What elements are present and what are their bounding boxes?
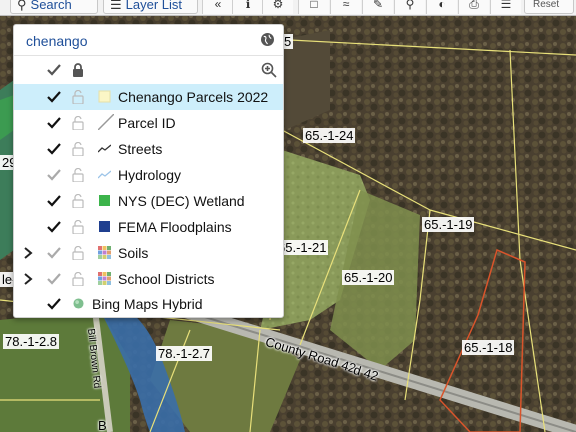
unlock-icon[interactable] — [72, 220, 84, 234]
light-blue-line-icon — [98, 170, 111, 179]
info-icon[interactable]: ℹ — [232, 0, 263, 14]
tool-icon[interactable]: ⚙ — [262, 0, 293, 14]
unlock-icon[interactable] — [72, 90, 84, 104]
print-icon[interactable]: ⎙ — [458, 0, 489, 14]
layer-row-parcel-id[interactable]: Parcel ID — [14, 110, 283, 136]
lock-icon[interactable] — [72, 63, 84, 77]
check-icon[interactable] — [47, 116, 61, 130]
layer-row-hydrology[interactable]: Hydrology — [14, 162, 283, 188]
check-all-icon[interactable] — [47, 63, 61, 77]
measure-icon[interactable]: ≈ — [330, 0, 361, 14]
layer-row-chenango-parcels-2022[interactable]: Chenango Parcels 2022 — [14, 84, 283, 110]
navy-square-icon — [99, 221, 110, 232]
parcel-label: 65.-1-20 — [342, 270, 395, 285]
check-icon[interactable] — [47, 168, 61, 182]
layer-label: NYS (DEC) Wetland — [118, 193, 245, 209]
toggle-all-row — [14, 57, 283, 83]
draw-icon[interactable]: ✎ — [362, 0, 393, 14]
globe-icon[interactable] — [261, 33, 274, 46]
layer-label: Hydrology — [118, 167, 182, 183]
layer-label: FEMA Floodplains — [118, 219, 232, 235]
divider — [14, 55, 283, 56]
basemap-globe-icon — [73, 298, 84, 309]
layer-row-soils[interactable]: Soils — [14, 240, 283, 266]
collapse-icon[interactable]: « — [202, 0, 233, 14]
zoom-icon[interactable]: ⚲ — [394, 0, 425, 14]
layer-row-fema-floodplains[interactable]: FEMA Floodplains — [14, 214, 283, 240]
layer-label: Bing Maps Hybrid — [92, 296, 203, 312]
green-square-icon — [99, 195, 110, 206]
menu-icon[interactable]: ☰ — [490, 0, 521, 14]
unlock-icon[interactable] — [72, 272, 84, 286]
layer-row-streets[interactable]: Streets — [14, 136, 283, 162]
check-icon[interactable] — [47, 142, 61, 156]
pale-yellow-square-icon — [98, 90, 111, 103]
layer-label: Chenango Parcels 2022 — [118, 89, 269, 105]
unlock-icon[interactable] — [72, 194, 84, 208]
layer-row-nys-dec-wetland[interactable]: NYS (DEC) Wetland — [14, 188, 283, 214]
check-icon[interactable] — [47, 194, 61, 208]
check-icon[interactable] — [47, 220, 61, 234]
check-icon[interactable] — [47, 272, 61, 286]
multicolor-grid-icon — [98, 272, 111, 285]
chevron-right-icon[interactable] — [23, 246, 33, 260]
list-icon: ☰ — [110, 0, 122, 12]
reset-button[interactable]: Reset — [524, 0, 574, 14]
search-icon: ⚲ — [17, 0, 27, 12]
basemap-icon[interactable]: ◐ — [426, 0, 457, 14]
layer-list-panel: chenango Chenango Parcels 2022 Parcel ID — [13, 24, 284, 318]
road-label: B — [98, 418, 107, 432]
gray-diagonal-line-icon — [98, 114, 114, 130]
parcel-label: 65.-1-18 — [462, 340, 515, 355]
layer-row-school-districts[interactable]: School Districts — [14, 266, 283, 292]
layer-label: School Districts — [118, 271, 215, 287]
search-button[interactable]: ⚲ Search — [10, 0, 98, 14]
parcel-label: 65.-1-24 — [303, 128, 356, 143]
unlock-icon[interactable] — [72, 116, 84, 130]
check-icon[interactable] — [47, 246, 61, 260]
toolbar: ⚲ Search ☰ Layer List « ℹ ⚙ □ ≈ ✎ ⚲ ◐ ⎙ ☰ … — [0, 0, 576, 16]
parcel-label: 65.-1-19 — [422, 217, 475, 232]
check-icon[interactable] — [47, 90, 61, 104]
layer-list-button[interactable]: ☰ Layer List — [103, 0, 198, 14]
parcel-label: 78.-1-2.8 — [3, 334, 60, 349]
layer-label: Soils — [118, 245, 149, 261]
check-icon[interactable] — [47, 297, 61, 311]
layer-search-text[interactable]: chenango — [26, 33, 88, 49]
layer-row-bing-maps-hybrid[interactable]: Bing Maps Hybrid — [14, 291, 283, 317]
multicolor-grid-icon — [98, 246, 111, 259]
dark-line-icon — [98, 144, 111, 153]
unlock-icon[interactable] — [72, 246, 84, 260]
unlock-icon[interactable] — [72, 142, 84, 156]
chevron-right-icon[interactable] — [23, 272, 33, 286]
unlock-icon[interactable] — [72, 168, 84, 182]
layer-label: Streets — [118, 141, 163, 157]
parcel-label: 78.-1-2.7 — [156, 346, 213, 361]
zoom-in-icon[interactable] — [261, 62, 277, 78]
select-icon[interactable]: □ — [298, 0, 329, 14]
layer-label: Parcel ID — [118, 115, 176, 131]
panel-header: chenango — [14, 25, 283, 55]
